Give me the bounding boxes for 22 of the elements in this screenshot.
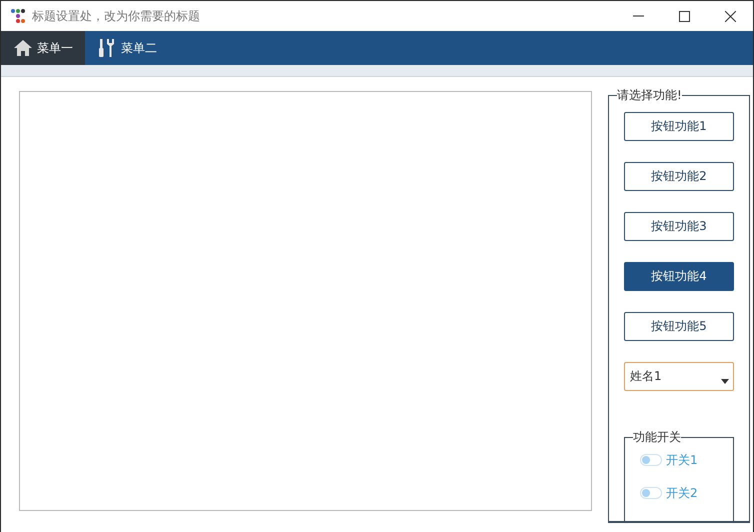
window-title: 标题设置处，改为你需要的标题	[32, 8, 200, 24]
group-title: 请选择功能!	[617, 87, 682, 104]
menu-item[interactable]: 菜单一	[1, 31, 85, 65]
home-icon	[13, 39, 33, 57]
switch-label: 开关2	[666, 484, 698, 502]
switch-label: 开关1	[666, 452, 698, 469]
maximize-icon	[678, 10, 690, 22]
tools-icon	[97, 38, 117, 58]
group-title: 功能开关	[633, 428, 681, 446]
minimize-icon	[632, 15, 644, 17]
toggle-switch[interactable]	[640, 487, 662, 500]
dropdown-arrow-icon	[721, 378, 729, 384]
app-logo-icon	[10, 8, 26, 24]
function-button[interactable]: 按钮功能5	[624, 312, 734, 341]
function-button[interactable]: 按钮功能2	[624, 162, 734, 191]
toggle-switch[interactable]	[640, 454, 662, 466]
name-dropdown[interactable]: 姓名1	[624, 362, 734, 391]
function-button[interactable]: 按钮功能4	[624, 262, 734, 291]
menu-item[interactable]: 菜单二	[85, 31, 169, 65]
function-button[interactable]: 按钮功能3	[624, 212, 734, 241]
close-icon	[724, 10, 736, 22]
function-button[interactable]: 按钮功能1	[624, 112, 734, 141]
